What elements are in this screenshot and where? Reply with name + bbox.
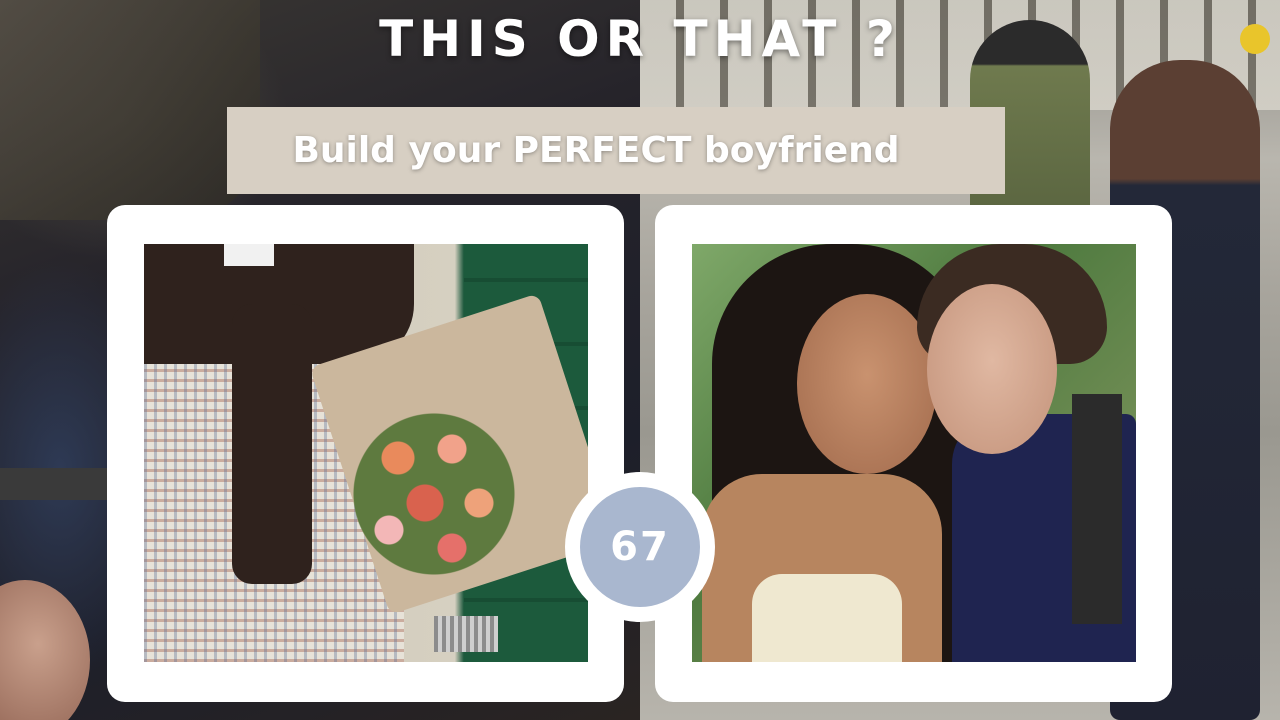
drain-grate: [434, 616, 498, 652]
slide-title: THIS OR THAT ?: [379, 10, 901, 68]
option-card-left[interactable]: [107, 205, 624, 702]
white-collar: [224, 244, 274, 266]
backpack-strap: [1072, 394, 1122, 624]
woman-top: [752, 574, 902, 662]
option-photo-left: [144, 244, 588, 662]
woman-face: [797, 294, 937, 474]
sweater-sleeve: [232, 304, 312, 584]
man-face: [927, 284, 1057, 454]
face-background: [0, 580, 90, 720]
bag-strap-background: [0, 468, 108, 500]
flower-bouquet: [344, 404, 524, 584]
question-counter-badge: 67: [580, 487, 700, 607]
option-photo-right: [692, 244, 1136, 662]
this-or-that-slide: THIS OR THAT ? Build your PERFECT boyfri…: [0, 0, 1280, 720]
option-card-right[interactable]: [655, 205, 1172, 702]
slide-subtitle: Build your PERFECT boyfriend: [292, 130, 900, 171]
